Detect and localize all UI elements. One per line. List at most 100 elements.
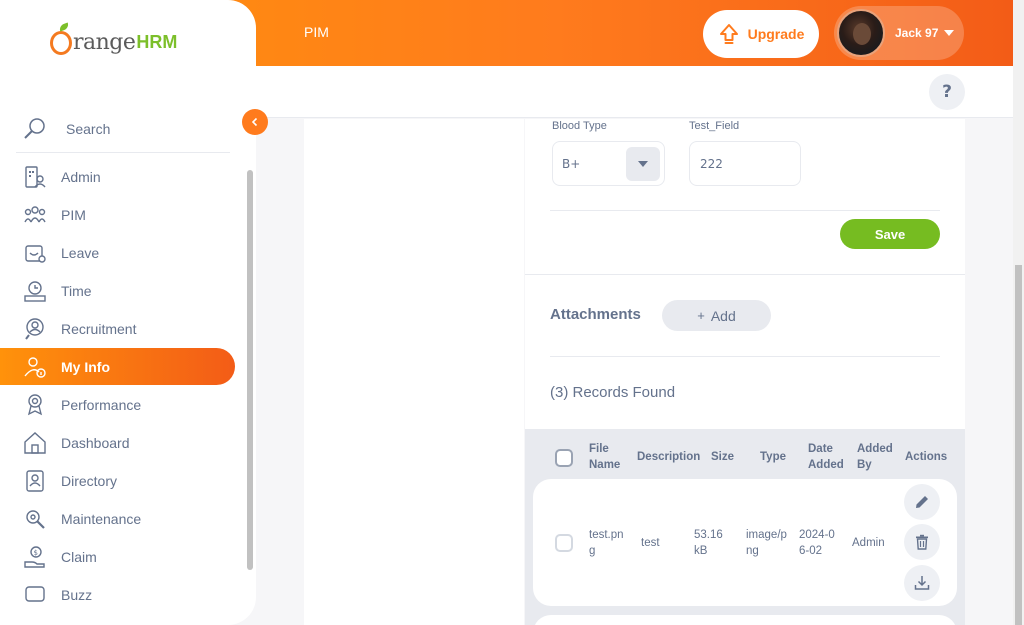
cell-added-by: Admin (852, 537, 885, 549)
sidebar-item-label: Directory (61, 472, 118, 489)
column-header-date-added: Date Added (808, 443, 844, 471)
user-dropdown[interactable]: Jack 97 (834, 6, 964, 60)
blood-type-value: B+ (562, 157, 581, 171)
trash-icon (916, 534, 928, 550)
cell-file-name: test.png (589, 529, 624, 557)
sidebar-item-label: Dashboard (61, 434, 130, 451)
table-row[interactable] (533, 615, 957, 625)
sidebar-item-recruitment[interactable]: Recruitment (0, 310, 235, 347)
attachments-title: Attachments (550, 306, 641, 323)
download-button[interactable] (904, 565, 940, 601)
page-scrollbar-thumb[interactable] (1015, 265, 1022, 625)
page-scrollbar[interactable] (1013, 0, 1024, 625)
cell-type: image/png (746, 529, 787, 557)
section-divider (525, 274, 965, 275)
column-header-actions: Actions (905, 451, 948, 463)
sidebar-item-dashboard[interactable]: Dashboard (0, 424, 235, 461)
pim-icon (22, 202, 48, 228)
buzz-icon (22, 582, 48, 608)
save-button[interactable]: Save (840, 219, 940, 249)
sidebar-item-label: Leave (61, 244, 100, 261)
sidebar-item-label: Performance (61, 396, 142, 413)
add-label: Add (710, 307, 736, 324)
chevron-down-icon (944, 30, 955, 36)
admin-icon (22, 164, 48, 190)
orangehrm-logo: range HRM (50, 30, 177, 55)
sidebar-item-label: Admin (61, 168, 101, 185)
collapse-sidebar-button[interactable] (242, 109, 268, 135)
my-info-icon (22, 354, 48, 380)
select-arrow-button[interactable] (626, 147, 660, 181)
sidebar-item-label: Buzz (61, 586, 93, 603)
sub-header: ? (256, 66, 1013, 118)
performance-icon (22, 392, 48, 418)
cell-size: 53.16 kB (694, 529, 723, 557)
sidebar-item-label: Claim (61, 548, 97, 565)
custom-fields-card: Blood Type Test_Field B+ 222 Save Attach… (525, 119, 965, 625)
sidebar-item-buzz[interactable]: Buzz (0, 576, 235, 613)
sidebar-item-pim[interactable]: PIM (0, 196, 235, 233)
select-all-checkbox[interactable] (555, 449, 573, 467)
sidebar-item-time[interactable]: Time (0, 272, 235, 309)
form-divider (550, 210, 940, 211)
directory-icon (22, 468, 48, 494)
test-field-label: Test_Field (689, 120, 740, 132)
attachments-table: File Name Description Size Type Date Add… (525, 429, 965, 625)
sidebar-search[interactable]: Search (16, 106, 230, 153)
upgrade-button[interactable]: Upgrade (703, 10, 819, 58)
sidebar-item-label: PIM (61, 206, 86, 223)
column-header-description: Description (637, 451, 701, 463)
sidebar: range HRM Search Admin PIM Leave Time Re… (0, 0, 256, 625)
logo-text: range (73, 30, 136, 55)
test-field-input[interactable]: 222 (689, 141, 801, 186)
user-name: Jack 97 (895, 26, 939, 40)
orange-logo-icon (50, 31, 72, 55)
search-icon (24, 118, 45, 139)
column-header-type: Type (760, 451, 786, 463)
column-header-size: Size (711, 451, 735, 463)
recruitment-icon (22, 316, 48, 342)
time-icon (22, 278, 48, 304)
caret-down-icon (638, 161, 648, 167)
delete-button[interactable] (904, 524, 940, 560)
records-found: (3) Records Found (550, 384, 676, 401)
sidebar-item-label: Maintenance (61, 510, 142, 527)
sidebar-item-label: My Info (61, 358, 110, 375)
help-button[interactable]: ? (929, 74, 965, 110)
profile-side-panel (304, 119, 524, 625)
upgrade-arrow-icon (719, 24, 738, 44)
sidebar-item-admin[interactable]: Admin (0, 158, 235, 195)
sidebar-item-label: Time (61, 282, 92, 299)
download-icon (914, 576, 930, 590)
column-header-added-by: Added By (857, 443, 893, 471)
blood-type-label: Blood Type (552, 120, 607, 132)
sidebar-scrollbar-thumb[interactable] (247, 170, 253, 570)
sidebar-scrollbar[interactable] (246, 160, 254, 590)
cell-date-added: 2024-06-02 (799, 529, 835, 557)
blood-type-select[interactable]: B+ (552, 141, 665, 186)
search-label: Search (66, 121, 111, 137)
module-title: PIM (304, 24, 329, 40)
logo-text-hrm: HRM (136, 32, 178, 52)
sidebar-item-label: Recruitment (61, 320, 137, 337)
edit-button[interactable] (904, 484, 940, 520)
sidebar-item-leave[interactable]: Leave (0, 234, 235, 271)
pencil-icon (916, 496, 928, 508)
sidebar-item-my-info[interactable]: My Info (0, 348, 235, 385)
svg-text:$: $ (34, 549, 38, 557)
test-field-value: 222 (700, 157, 723, 171)
avatar (837, 9, 885, 57)
maintenance-icon (22, 506, 48, 532)
row-checkbox[interactable] (555, 534, 573, 552)
upgrade-label: Upgrade (747, 26, 805, 42)
sidebar-item-performance[interactable]: Performance (0, 386, 235, 423)
sidebar-item-directory[interactable]: Directory (0, 462, 235, 499)
sidebar-item-maintenance[interactable]: Maintenance (0, 500, 235, 537)
chevron-left-icon (251, 117, 258, 127)
dashboard-icon (22, 430, 48, 456)
plus-icon: + (697, 308, 705, 323)
add-attachment-button[interactable]: + Add (662, 300, 771, 331)
table-row[interactable]: test.png test 53.16 kB image/png 2024-06… (533, 479, 957, 606)
sidebar-item-claim[interactable]: $ Claim (0, 538, 235, 575)
column-header-file-name: File Name (589, 443, 621, 471)
